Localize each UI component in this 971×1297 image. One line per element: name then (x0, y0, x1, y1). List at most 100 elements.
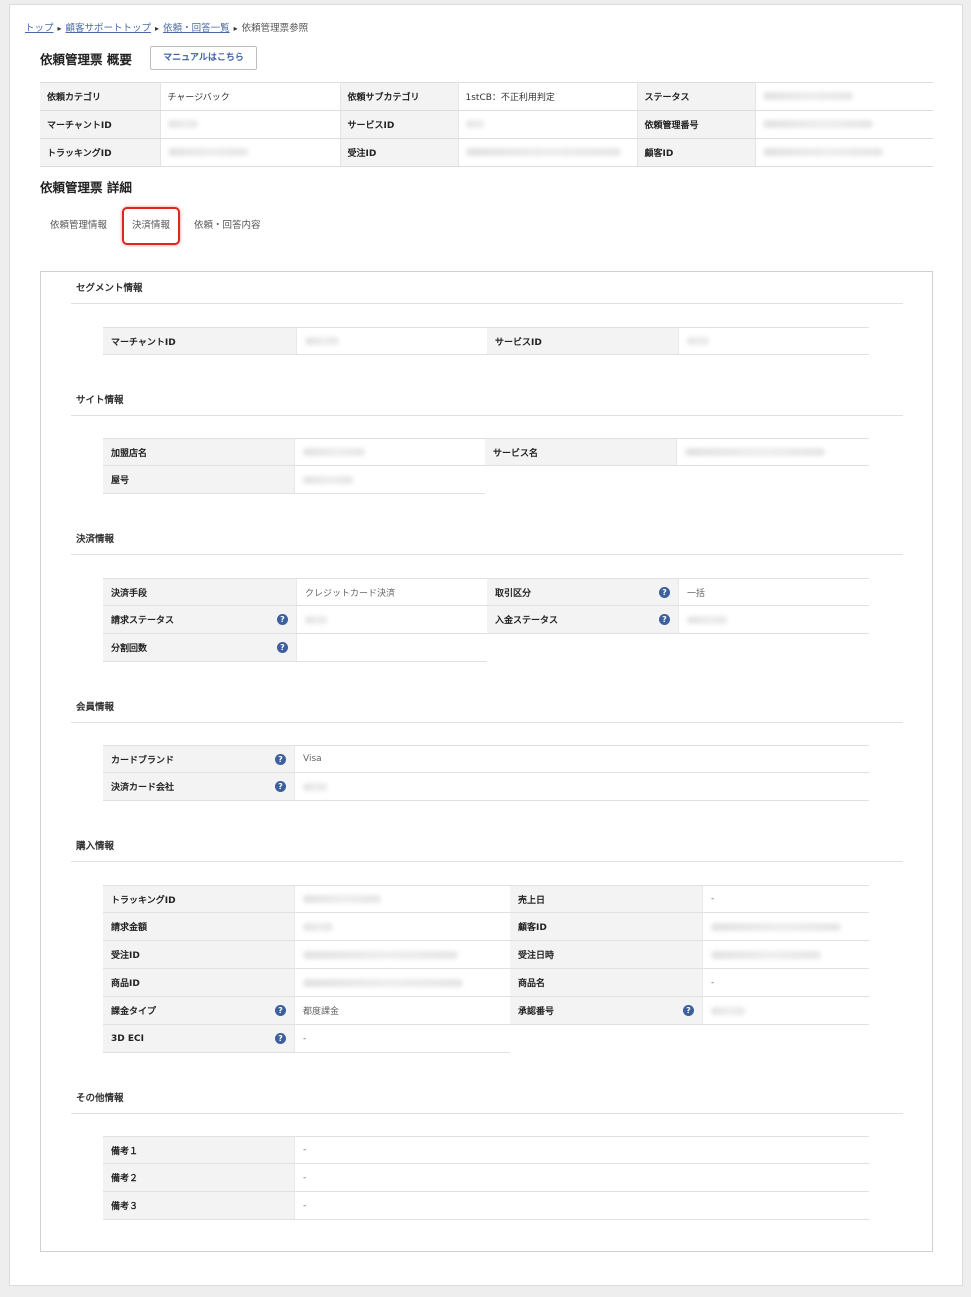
label-text: 決済手段 (111, 588, 148, 599)
summary-row: マーチャントID サービスID 依頼管理番号 (40, 110, 933, 139)
summary-value-redacted (755, 82, 933, 111)
table-row: 屋号 (103, 466, 485, 494)
label-text: 課金タイプ (111, 1007, 157, 1017)
group-title-member: 会員情報 (76, 702, 115, 713)
field-value: Visa (294, 746, 869, 772)
help-icon[interactable]: ? (275, 753, 286, 765)
divider (71, 554, 903, 555)
table-row: 決済手段 クレジットカード決済 取引区分? 一括 (103, 578, 869, 606)
field-value-redacted (702, 913, 869, 940)
page-container: トップ ▸ 顧客サポートトップ ▸ 依頼・回答一覧 ▸ 依頼管理票参照 依頼管理票 概要 マ… (9, 4, 963, 1286)
field-value (296, 634, 487, 661)
label-text: 請求金額 (111, 923, 148, 933)
field-label: 決済手段 (103, 579, 296, 605)
breadcrumb: トップ ▸ 顧客サポートトップ ▸ 依頼・回答一覧 ▸ 依頼管理票参照 (25, 20, 308, 34)
summary-value-redacted (755, 138, 933, 167)
label-text: 備考２ (111, 1174, 139, 1184)
field-value: 都度課金 (294, 997, 510, 1024)
field-label: 商品ID (103, 969, 294, 996)
help-icon[interactable]: ? (277, 614, 288, 625)
field-value-redacted (678, 328, 869, 354)
table-row: カードブランド? Visa (103, 745, 869, 773)
help-icon[interactable]: ? (275, 781, 286, 792)
table-row: 課金タイプ? 都度課金 承認番号? (103, 997, 869, 1025)
field-label: 3D ECI? (103, 1025, 294, 1052)
label-text: 備考３ (111, 1202, 139, 1212)
summary-title: 依頼管理票 概要 (40, 52, 132, 67)
help-icon[interactable]: ? (659, 614, 670, 625)
help-icon[interactable]: ? (277, 642, 288, 653)
field-value-redacted (678, 606, 869, 633)
summary-table: 依頼カテゴリ チャージバック 依頼サブカテゴリ 1stCB：不正利用判定 ステー… (40, 82, 933, 167)
label-text: 加盟店名 (111, 448, 148, 459)
divider (71, 861, 903, 862)
field-value-redacted (294, 886, 510, 912)
label-text: マーチャントID (111, 337, 176, 348)
field-value: - (702, 969, 869, 996)
summary-label: 依頼管理番号 (637, 110, 756, 139)
label-text: カードブランド (111, 755, 175, 766)
field-value-redacted (294, 969, 510, 996)
table-row: 請求ステータス? 入金ステータス? (103, 606, 869, 634)
field-label: 決済カード会社? (103, 773, 294, 800)
detail-title: 依頼管理票 詳細 (40, 180, 132, 195)
label-text: 分割回数 (111, 644, 148, 654)
group-title-segment: セグメント情報 (76, 283, 143, 294)
group-title-purchase: 購入情報 (76, 841, 115, 852)
field-label: 備考３ (103, 1192, 294, 1219)
summary-label: 顧客ID (637, 138, 756, 167)
field-label: マーチャントID (103, 328, 296, 354)
chevron-right-icon: ▸ (233, 24, 238, 33)
summary-value-redacted (160, 138, 341, 167)
tab-payment-info[interactable]: 決済情報 (122, 207, 181, 245)
label-text: 屋号 (111, 476, 130, 486)
manual-button[interactable]: マニュアルはこちら (150, 46, 257, 70)
field-value-redacted (296, 328, 487, 354)
help-icon[interactable]: ? (659, 586, 670, 598)
field-value-redacted (294, 941, 510, 968)
divider (71, 1113, 903, 1114)
field-label: 売上日 (510, 886, 702, 912)
label-text: 商品名 (518, 979, 546, 989)
summary-label: 依頼カテゴリ (40, 82, 161, 111)
help-icon[interactable]: ? (275, 1005, 286, 1016)
label-text: 承認番号 (518, 1007, 555, 1017)
table-row: 請求金額 顧客ID (103, 913, 869, 941)
summary-value-redacted (458, 110, 638, 139)
divider (71, 415, 903, 416)
tab-request-answer[interactable]: 依頼・回答内容 (194, 207, 261, 245)
summary-label: 受注ID (340, 138, 459, 167)
chevron-right-icon: ▸ (57, 24, 62, 33)
field-label: サービスID (487, 328, 678, 354)
field-value-redacted (702, 997, 869, 1024)
label-text: 顧客ID (518, 923, 547, 933)
label-text: 受注日時 (518, 951, 555, 961)
tab-request-management[interactable]: 依頼管理情報 (50, 207, 107, 245)
breadcrumb-top[interactable]: トップ (25, 23, 54, 34)
group-title-other: その他情報 (76, 1093, 124, 1104)
field-label: 顧客ID (510, 913, 702, 940)
table-row: 受注ID 受注日時 (103, 941, 869, 969)
summary-value: 1stCB：不正利用判定 (458, 82, 638, 111)
table-row: 3D ECI? - (103, 1025, 510, 1053)
summary-row: 依頼カテゴリ チャージバック 依頼サブカテゴリ 1stCB：不正利用判定 ステー… (40, 82, 933, 111)
group-title-payment: 決済情報 (76, 534, 115, 545)
field-label: 分割回数? (103, 634, 296, 661)
table-row: 分割回数? (103, 634, 487, 662)
breadcrumb-request-list[interactable]: 依頼・回答一覧 (163, 23, 230, 34)
field-label: 商品名 (510, 969, 702, 996)
field-label: 備考２ (103, 1164, 294, 1191)
help-icon[interactable]: ? (683, 1005, 694, 1016)
field-label: カードブランド? (103, 746, 294, 772)
label-text: 取引区分 (495, 588, 532, 599)
breadcrumb-support-top[interactable]: 顧客サポートトップ (66, 23, 152, 34)
field-label: 承認番号? (510, 997, 702, 1024)
help-icon[interactable]: ? (275, 1033, 286, 1044)
summary-value-redacted (160, 110, 341, 139)
field-value-redacted (702, 941, 869, 968)
label-text: 請求ステータス (111, 616, 175, 626)
field-label: 入金ステータス? (487, 606, 678, 633)
field-value-redacted (294, 773, 869, 800)
field-label: 備考１ (103, 1137, 294, 1163)
field-value: 一括 (678, 579, 869, 605)
